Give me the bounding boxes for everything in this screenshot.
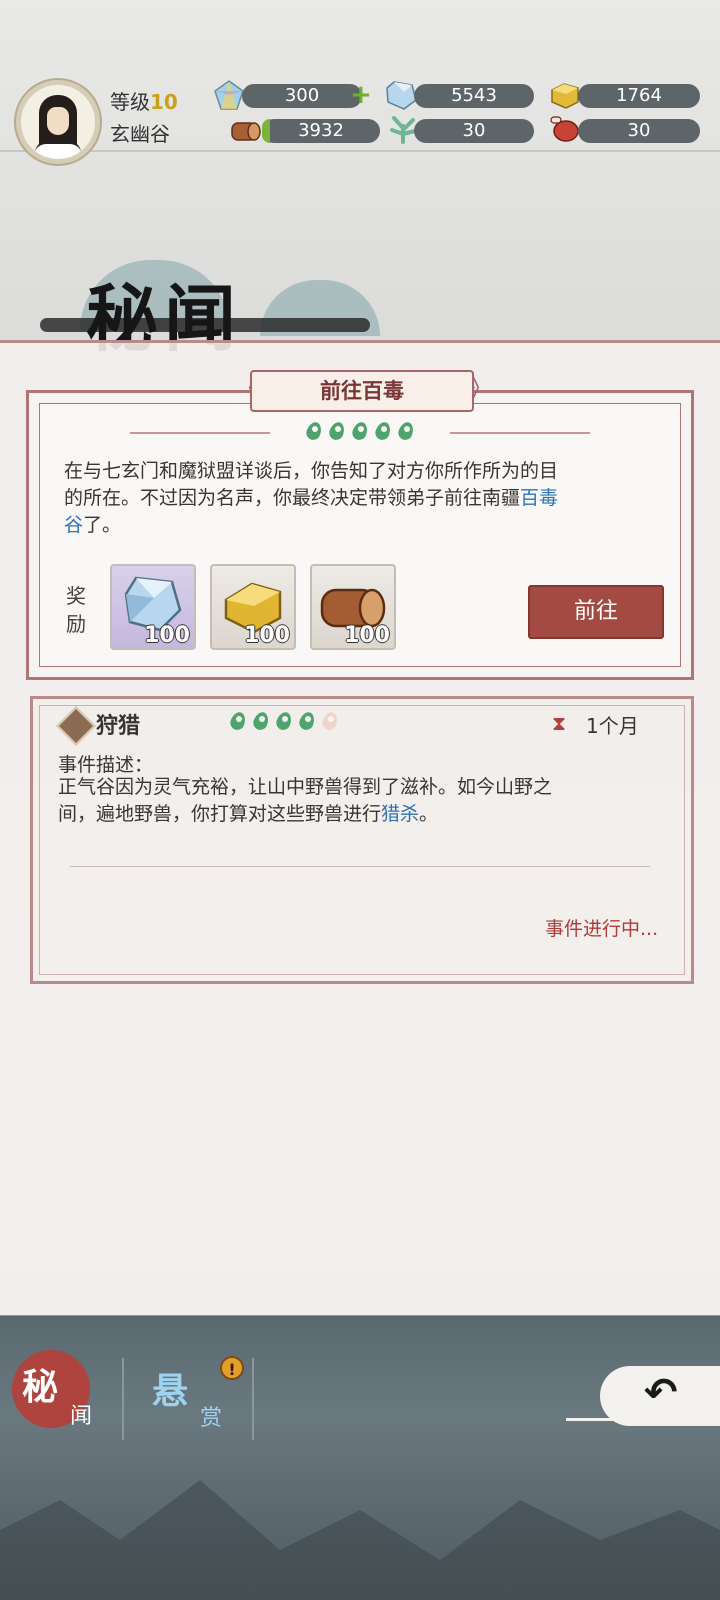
quest-ornament-left [130, 432, 270, 434]
tab-bounty-sub[interactable]: 赏 [200, 1400, 222, 1432]
top-divider [0, 150, 720, 152]
rating-gem-icon [373, 420, 393, 444]
go-button[interactable]: 前往 [528, 585, 664, 639]
resource-wood[interactable]: 3932 [262, 119, 380, 143]
reward-slot-wood[interactable]: 100 [310, 564, 396, 650]
tab-secrets-sub[interactable]: 闻 [70, 1398, 92, 1430]
event-description: 正气谷因为灵气充裕，让山中野兽得到了滋补。如今山野之 间，遍地野兽，你打算对这些… [58, 774, 668, 828]
add-spirit-stone-button[interactable]: + [350, 82, 372, 108]
reward-gold-count: 100 [244, 623, 290, 648]
bounty-alert-icon: ! [220, 1356, 244, 1380]
resource-herb-value: 30 [462, 120, 486, 141]
rating-gem-icon [396, 420, 416, 444]
tab-bounty-main[interactable]: 悬 [152, 1362, 188, 1414]
resource-ore[interactable]: 5543 [414, 84, 534, 108]
resource-wood-value: 3932 [298, 120, 344, 141]
sect-name: 玄幽谷 [110, 122, 170, 146]
avatar-robe [35, 141, 81, 159]
quest-desc-line2-text: 的所在。不过因为名声，你最终决定带领弟子前往南疆 [64, 487, 521, 509]
event-divider [70, 866, 650, 867]
resource-meat[interactable]: 30 [578, 119, 700, 143]
rating-gem-icon [251, 710, 271, 734]
level-value: 10 [150, 90, 178, 114]
resource-gold-value: 1764 [616, 85, 662, 106]
meat-icon [550, 116, 579, 142]
avatar-face [47, 107, 69, 135]
resource-herb[interactable]: 30 [414, 119, 534, 143]
rating-gem-icon [350, 420, 370, 444]
resource-wood-fill [262, 119, 270, 143]
event-desc-line1: 正气谷因为灵气充裕，让山中野兽得到了滋补。如今山野之 [58, 776, 553, 798]
bottom-navigation [0, 1316, 720, 1600]
rating-gem-icon [228, 710, 248, 734]
event-desc-line2: 间，遍地野兽，你打算对这些野兽进行猎杀。 [58, 801, 668, 828]
quest-title: 前往百毒 [250, 370, 474, 412]
event-duration: 1个月 [586, 714, 639, 738]
rating-gem-icon [327, 420, 347, 444]
event-desc-line2-text: 间，遍地野兽，你打算对这些野兽进行 [58, 803, 382, 825]
event-status: 事件进行中... [545, 918, 659, 940]
back-arrow-icon[interactable]: ↶ [644, 1370, 678, 1416]
player-level: 等级10 [110, 86, 178, 115]
rainbow-crystal-icon [214, 80, 244, 110]
rating-gem-icon [304, 420, 324, 444]
rating-gem-icon [297, 710, 317, 734]
event-desc-highlight[interactable]: 猎杀 [381, 803, 419, 825]
player-avatar[interactable] [16, 80, 100, 164]
rating-gem-icon [274, 710, 294, 734]
tab-separator [252, 1358, 254, 1440]
hourglass-icon: ⧗ [552, 711, 567, 735]
quest-desc-line2: 的所在。不过因为名声，你最终决定带领弟子前往南疆百毒 [64, 485, 664, 512]
reward-slot-ore[interactable]: 100 [110, 564, 196, 650]
quest-rating [304, 420, 416, 444]
mountain-silhouette [0, 1480, 720, 1600]
event-rating [228, 710, 340, 734]
resource-gold[interactable]: 1764 [578, 84, 700, 108]
tab-separator [122, 1358, 124, 1440]
quest-desc-line3: 谷了。 [64, 512, 664, 539]
quest-desc-highlight[interactable]: 百毒 [520, 487, 558, 509]
level-label: 等级 [110, 90, 150, 114]
quest-desc-line3-text: 了。 [83, 514, 122, 536]
reward-label: 奖励 [66, 584, 86, 636]
quest-ornament-right [450, 432, 590, 434]
gold-ingot-icon [551, 83, 579, 109]
reward-slot-gold[interactable]: 100 [210, 564, 296, 650]
resource-ore-value: 5543 [451, 85, 497, 106]
quest-desc-highlight-2[interactable]: 谷 [64, 514, 83, 536]
tab-secrets-main[interactable]: 秘 [22, 1358, 58, 1410]
resource-spirit-stone[interactable]: 300 [242, 84, 362, 108]
reward-wood-count: 100 [344, 623, 390, 648]
resource-spirit-stone-value: 300 [284, 85, 320, 106]
event-desc-title: 事件描述： [58, 754, 154, 776]
reward-ore-count: 100 [144, 623, 190, 648]
rating-gem-empty-icon [320, 710, 340, 734]
blue-ore-icon [386, 81, 417, 110]
wood-log-icon [231, 122, 261, 141]
event-desc-line2-end: 。 [419, 803, 439, 825]
quest-desc-line1: 在与七玄门和魔狱盟详谈后，你告知了对方你所作所为的目 [64, 460, 559, 482]
event-name: 狩猎 [96, 714, 141, 739]
resource-meat-value: 30 [627, 120, 651, 141]
quest-description: 在与七玄门和魔狱盟详谈后，你告知了对方你所作所为的目 的所在。不过因为名声，你最… [64, 458, 664, 539]
